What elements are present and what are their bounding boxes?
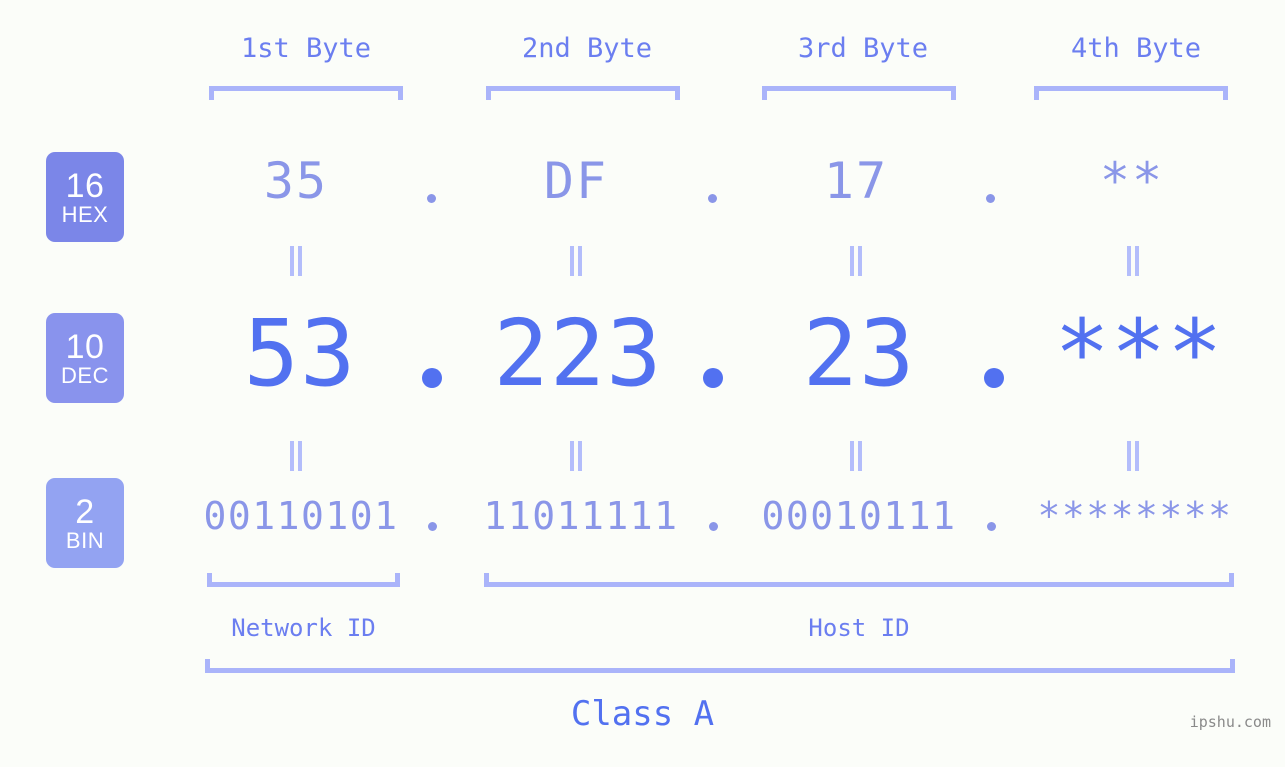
network-id-label: Network ID	[231, 614, 376, 642]
dec-separator-2	[703, 368, 723, 388]
network-id-bracket	[207, 573, 400, 587]
class-bracket	[205, 659, 1235, 673]
radix-badge-dec: 10 DEC	[46, 313, 124, 403]
byte-header-1: 1st Byte	[240, 33, 372, 64]
byte-bracket-1	[209, 86, 403, 100]
radix-badge-hex-number: 16	[65, 166, 105, 205]
byte-bracket-4	[1034, 86, 1228, 100]
bin-octet-1: 00110101	[203, 494, 399, 538]
byte-bracket-2	[486, 86, 680, 100]
bin-separator-2	[709, 522, 718, 531]
equals-symbol-hex-dec-3	[848, 246, 864, 276]
equals-symbol-hex-dec-1	[288, 246, 304, 276]
site-watermark: ipshu.com	[1189, 713, 1271, 731]
dec-octet-3: 23	[802, 300, 916, 407]
bin-separator-3	[987, 522, 996, 531]
host-id-label: Host ID	[808, 614, 910, 642]
hex-octet-1: 35	[263, 152, 329, 210]
equals-symbol-dec-bin-4	[1125, 441, 1141, 471]
radix-badge-bin: 2 BIN	[46, 478, 124, 568]
dec-octet-2: 223	[493, 300, 663, 407]
equals-symbol-dec-bin-1	[288, 441, 304, 471]
radix-badge-bin-number: 2	[75, 492, 95, 531]
hex-separator-2	[708, 194, 717, 203]
host-id-bracket	[484, 573, 1234, 587]
dec-separator-1	[422, 368, 442, 388]
equals-symbol-dec-bin-3	[848, 441, 864, 471]
hex-separator-1	[427, 194, 436, 203]
equals-symbol-dec-bin-2	[568, 441, 584, 471]
radix-badge-hex: 16 HEX	[46, 152, 124, 242]
equals-symbol-hex-dec-2	[568, 246, 584, 276]
hex-octet-2: DF	[543, 152, 609, 210]
dec-octet-4: ***	[1054, 300, 1224, 407]
hex-octet-4: **	[1099, 152, 1165, 210]
bin-octet-2: 11011111	[483, 494, 679, 538]
byte-bracket-3	[762, 86, 956, 100]
byte-header-3: 3rd Byte	[797, 33, 929, 64]
bin-octet-4: ********	[1037, 494, 1233, 538]
hex-separator-3	[986, 194, 995, 203]
radix-badge-dec-name: DEC	[61, 362, 109, 388]
radix-badge-dec-number: 10	[65, 327, 105, 366]
radix-badge-bin-name: BIN	[65, 527, 105, 553]
byte-header-2: 2nd Byte	[521, 33, 653, 64]
dec-separator-3	[984, 368, 1004, 388]
byte-header-4: 4th Byte	[1070, 33, 1202, 64]
bin-separator-1	[428, 522, 437, 531]
hex-octet-3: 17	[823, 152, 889, 210]
radix-badge-hex-name: HEX	[61, 201, 109, 227]
ip-address-breakdown-diagram: 1st Byte 2nd Byte 3rd Byte 4th Byte 16 H…	[0, 0, 1285, 767]
dec-octet-1: 53	[243, 300, 357, 407]
bin-octet-3: 00010111	[761, 494, 957, 538]
class-label: Class A	[570, 694, 715, 734]
equals-symbol-hex-dec-4	[1125, 246, 1141, 276]
